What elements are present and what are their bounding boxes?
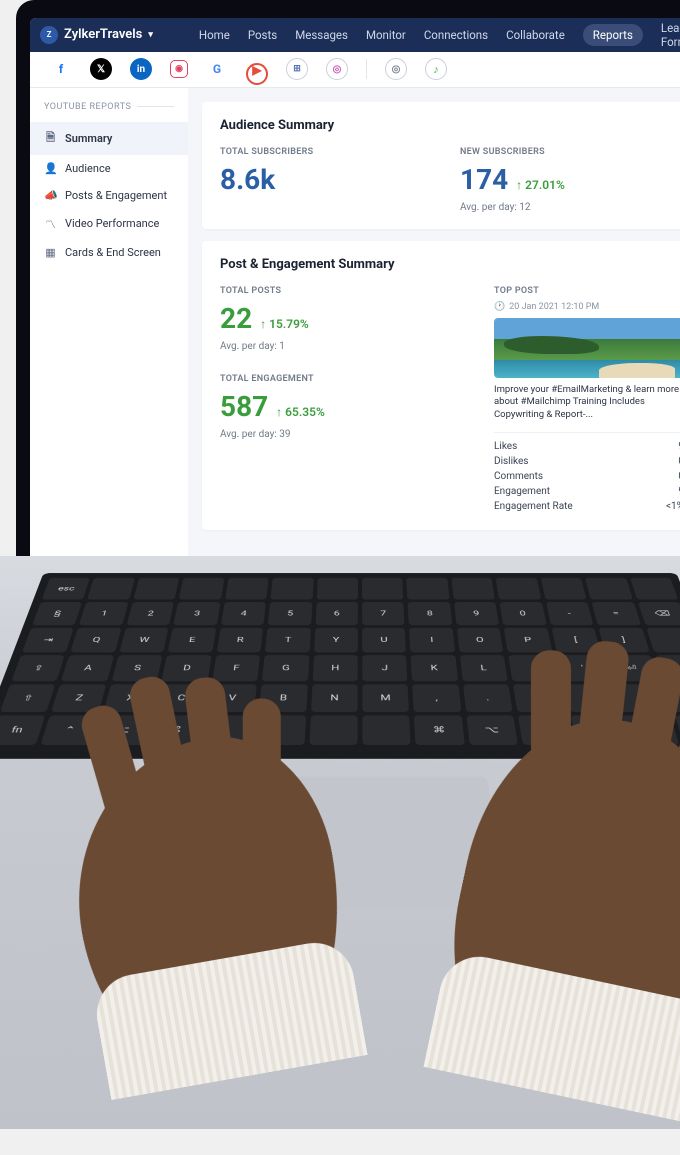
stat-label: TOTAL POSTS xyxy=(220,286,464,296)
total-subscribers-block: TOTAL SUBSCRIBERS 8.6k xyxy=(220,147,380,213)
metric-dislikes: Dislikes0 xyxy=(494,454,680,469)
total-engagement-avg: Avg. per day: 39 xyxy=(220,429,464,440)
total-posts-avg: Avg. per day: 1 xyxy=(220,341,464,352)
total-engagement-delta: 65.35% xyxy=(276,405,325,419)
top-nav: Z ZylkerTravels ▾ Home Posts Messages Mo… xyxy=(30,18,680,52)
google-icon[interactable]: G xyxy=(206,58,228,80)
sidebar-item-cards-end-screen[interactable]: ▦ Cards & End Screen xyxy=(30,239,188,266)
total-engagement-value: 587 xyxy=(220,390,268,423)
post-engagement-card: Post & Engagement Summary TOTAL POSTS 22… xyxy=(202,241,680,530)
brand-name: ZylkerTravels xyxy=(64,27,142,42)
card-title: Audience Summary xyxy=(220,118,680,133)
sidebar-item-label: Posts & Engagement xyxy=(65,189,167,202)
screen: Z ZylkerTravels ▾ Home Posts Messages Mo… xyxy=(30,18,680,556)
facebook-icon[interactable]: f xyxy=(50,58,72,80)
metric-comments: Comments0 xyxy=(494,469,680,484)
brand[interactable]: Z ZylkerTravels ▾ xyxy=(40,26,153,44)
sidebar: YOUTUBE REPORTS 🗎 Summary 👤 Audience 📣 P… xyxy=(30,88,188,556)
channel-icon-4[interactable]: ♪ xyxy=(425,58,447,80)
metric-engagement-rate: Engagement Rate<1% xyxy=(494,499,680,514)
linkedin-icon[interactable]: in xyxy=(130,58,152,80)
cards-icon: ▦ xyxy=(44,246,57,259)
metric-engagement: Engagement9 xyxy=(494,484,680,499)
nav-monitor[interactable]: Monitor xyxy=(366,28,406,42)
total-posts-value: 22 xyxy=(220,302,252,335)
sidebar-item-label: Cards & End Screen xyxy=(65,246,161,259)
top-post-thumbnail[interactable] xyxy=(494,318,680,378)
clock-icon: 🕐 xyxy=(494,302,505,312)
nav-messages[interactable]: Messages xyxy=(295,28,348,42)
sidebar-section-title: YOUTUBE REPORTS xyxy=(30,102,188,122)
new-subscribers-avg: Avg. per day: 12 xyxy=(460,202,620,213)
top-post-panel: TOP POST 🕐 20 Jan 2021 12:10 PM Improve … xyxy=(494,286,680,514)
total-posts-delta: 15.79% xyxy=(260,317,309,331)
main-content: Audience Summary TOTAL SUBSCRIBERS 8.6k … xyxy=(188,88,680,556)
document-icon: 🗎 xyxy=(44,129,57,148)
instagram-icon[interactable]: ◉ xyxy=(170,60,188,78)
nav-home[interactable]: Home xyxy=(199,28,230,42)
channel-icon-2[interactable]: ◎ xyxy=(326,58,348,80)
stat-label: TOTAL ENGAGEMENT xyxy=(220,374,464,384)
new-subscribers-block: NEW SUBSCRIBERS 174 27.01% Avg. per day:… xyxy=(460,147,620,213)
laptop-frame: Z ZylkerTravels ▾ Home Posts Messages Mo… xyxy=(0,0,680,1155)
divider xyxy=(366,59,367,79)
sidebar-item-label: Audience xyxy=(65,162,111,175)
top-post-label: TOP POST xyxy=(494,286,680,296)
nav-connections[interactable]: Connections xyxy=(424,28,488,42)
body: YOUTUBE REPORTS 🗎 Summary 👤 Audience 📣 P… xyxy=(30,88,680,556)
megaphone-icon: 📣 xyxy=(44,189,57,202)
sidebar-item-posts-engagement[interactable]: 📣 Posts & Engagement xyxy=(30,182,188,209)
new-subscribers-delta: 27.01% xyxy=(516,178,565,192)
sidebar-item-label: Summary xyxy=(65,132,112,145)
chart-line-icon: 〽 xyxy=(44,216,57,232)
sidebar-item-audience[interactable]: 👤 Audience xyxy=(30,155,188,182)
social-channel-bar: f 𝕏 in ◉ G ▶ ⊞ ◎ ◎ ♪ xyxy=(30,52,680,88)
top-post-text: Improve your #EmailMarketing & learn mor… xyxy=(494,384,680,422)
sidebar-item-video-performance[interactable]: 〽 Video Performance xyxy=(30,209,188,239)
stat-label: NEW SUBSCRIBERS xyxy=(460,147,620,157)
sidebar-item-summary[interactable]: 🗎 Summary xyxy=(30,122,188,155)
sidebar-item-label: Video Performance xyxy=(65,217,159,230)
chevron-down-icon: ▾ xyxy=(148,30,153,40)
channel-icon-3[interactable]: ◎ xyxy=(385,58,407,80)
card-title: Post & Engagement Summary xyxy=(220,257,680,272)
youtube-icon[interactable]: ▶ xyxy=(246,63,268,85)
x-twitter-icon[interactable]: 𝕏 xyxy=(90,58,112,80)
nav-reports[interactable]: Reports xyxy=(583,24,643,46)
top-post-metrics: Likes9 Dislikes0 Comments0 Engagement9 E… xyxy=(494,432,680,514)
audience-summary-card: Audience Summary TOTAL SUBSCRIBERS 8.6k … xyxy=(202,102,680,229)
total-subscribers-value: 8.6k xyxy=(220,163,380,196)
screen-bezel: Z ZylkerTravels ▾ Home Posts Messages Mo… xyxy=(16,0,680,556)
stat-label: TOTAL SUBSCRIBERS xyxy=(220,147,380,157)
channel-icon-1[interactable]: ⊞ xyxy=(286,58,308,80)
nav-lead-forms[interactable]: Lead Forms xyxy=(661,21,680,49)
nav-posts[interactable]: Posts xyxy=(248,28,277,42)
top-post-timestamp: 🕐 20 Jan 2021 12:10 PM xyxy=(494,302,680,312)
user-icon: 👤 xyxy=(44,162,57,175)
new-subscribers-value: 174 xyxy=(460,163,508,196)
metric-likes: Likes9 xyxy=(494,439,680,454)
nav-collaborate[interactable]: Collaborate xyxy=(506,28,565,42)
brand-logo-icon: Z xyxy=(40,26,58,44)
